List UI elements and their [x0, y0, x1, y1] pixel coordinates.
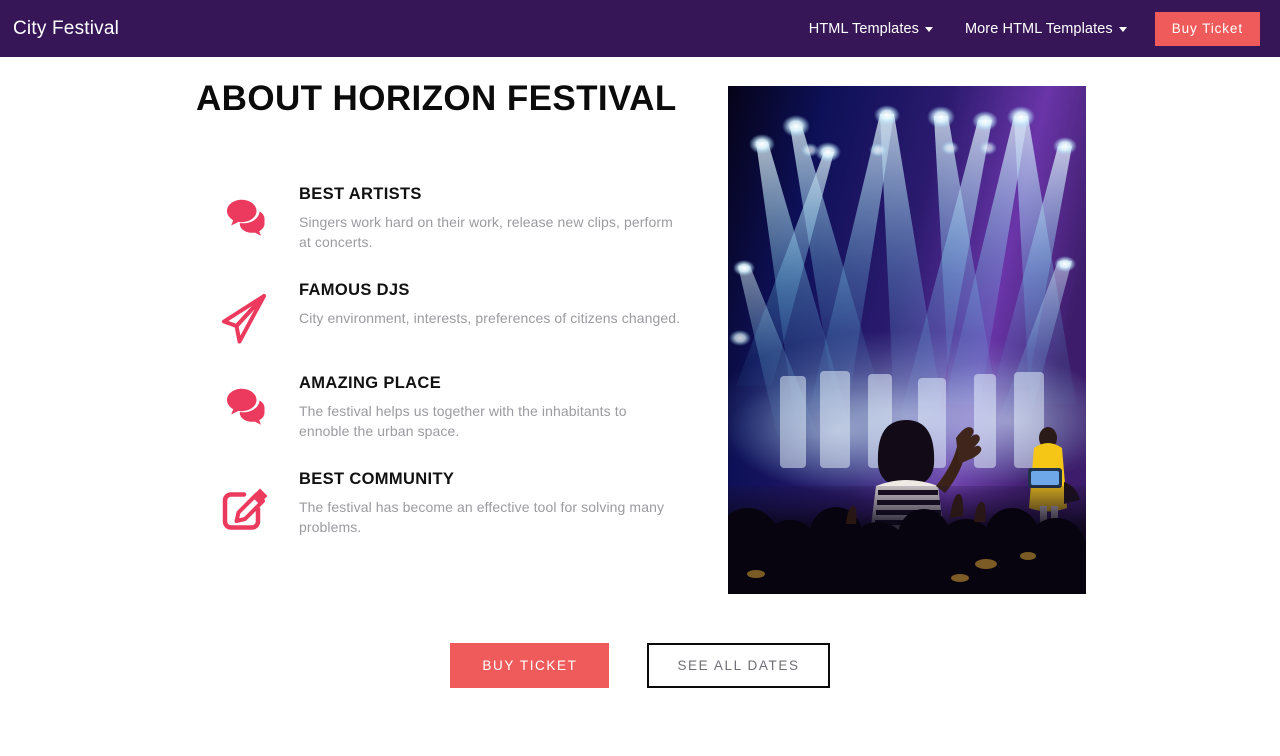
primary-navigation: HTML Templates More HTML Templates Buy T… [793, 11, 1280, 46]
nav-item-html-templates[interactable]: HTML Templates [793, 21, 949, 37]
buy-ticket-button[interactable]: BUY TICKET [450, 643, 610, 688]
feature-description: Singers work hard on their work, release… [299, 214, 673, 250]
nav-item-label: More HTML Templates [964, 20, 1113, 37]
feature-text-block: Best Community The festival has become a… [296, 468, 716, 537]
cta-button-group: BUY TICKET SEE ALL DATES [0, 643, 1280, 688]
feature-item-best-community: Best Community The festival has become a… [196, 468, 716, 537]
see-all-dates-button[interactable]: SEE ALL DATES [647, 643, 830, 688]
page-title: About Horizon Festival [196, 79, 677, 118]
chevron-down-icon [924, 27, 933, 32]
feature-list: Best Artists Singers work hard on their … [196, 183, 716, 564]
comments-icon [196, 372, 296, 434]
feature-title: Amazing Place [299, 374, 442, 392]
feature-description: The festival helps us together with the … [299, 403, 627, 439]
feature-item-famous-djs: Famous DJs City environment, interests, … [196, 279, 716, 345]
feature-description: City environment, interests, preferences… [299, 310, 681, 326]
feature-text-block: Amazing Place The festival helps us toge… [296, 372, 716, 441]
main-content: About Horizon Festival Best Artists Sing… [0, 57, 1280, 756]
comments-icon [196, 183, 296, 245]
edit-square-icon [196, 468, 296, 534]
feature-item-amazing-place: Amazing Place The festival helps us toge… [196, 372, 716, 441]
feature-title: Best Artists [299, 185, 422, 203]
feature-text-block: Best Artists Singers work hard on their … [296, 183, 716, 252]
feature-title: Best Community [299, 470, 455, 488]
festival-concert-photo [728, 86, 1086, 594]
feature-item-best-artists: Best Artists Singers work hard on their … [196, 183, 716, 252]
nav-item-label: HTML Templates [808, 20, 919, 37]
buy-ticket-header-button[interactable]: Buy Ticket [1154, 11, 1260, 46]
feature-title: Famous DJs [299, 281, 410, 299]
chevron-down-icon [1118, 27, 1127, 32]
brand-logo[interactable]: City Festival [0, 18, 119, 40]
feature-text-block: Famous DJs City environment, interests, … [296, 279, 716, 328]
nav-item-more-html-templates[interactable]: More HTML Templates [949, 21, 1143, 37]
paper-plane-icon [196, 279, 296, 345]
site-header: City Festival HTML Templates More HTML T… [0, 0, 1280, 57]
feature-description: The festival has become an effective too… [299, 499, 665, 535]
